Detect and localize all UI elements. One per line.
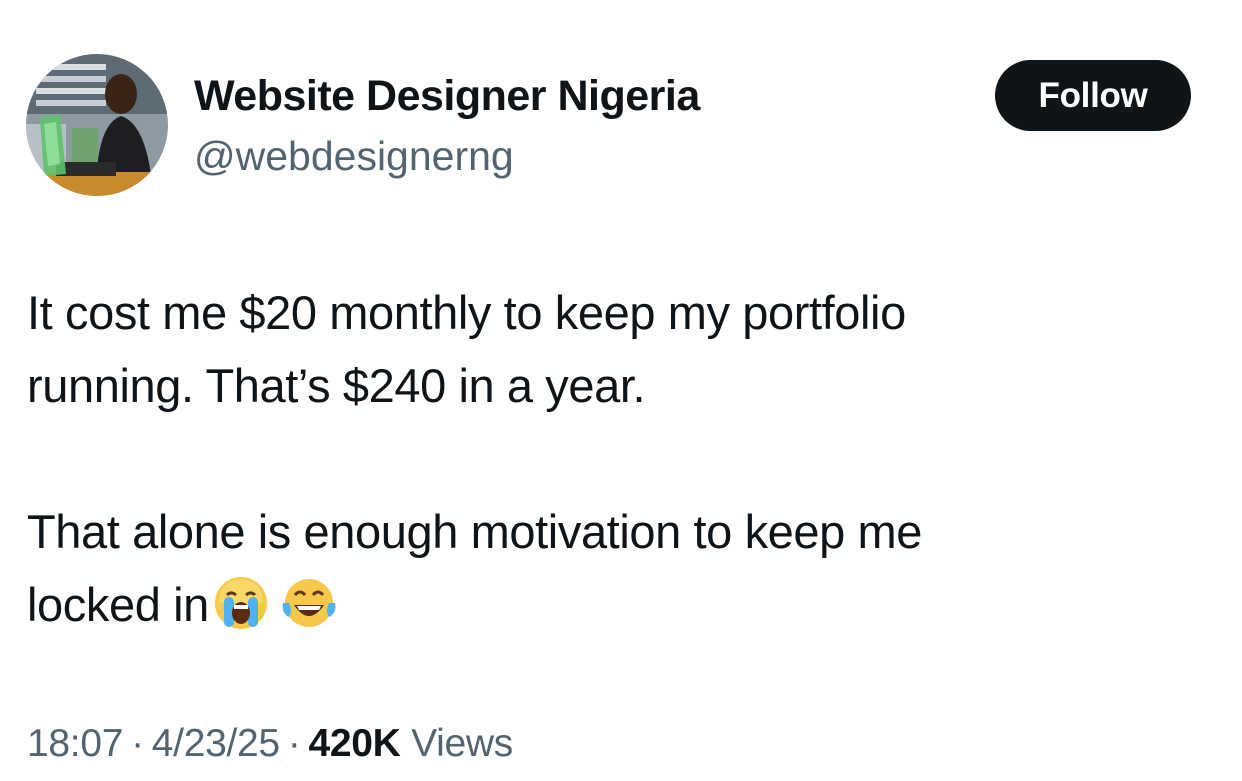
views-count[interactable]: 420K [309,722,401,765]
follow-button[interactable]: Follow [995,60,1191,131]
face-with-tears-of-joy-emoji-icon [282,579,336,627]
user-handle[interactable]: @webdesignerng [194,128,514,184]
tweet-meta: 18:07 · 4/23/25 · 420K Views [27,716,513,772]
profile-photo-icon [26,54,168,196]
display-name[interactable]: Website Designer Nigeria [194,68,700,124]
loudly-crying-face-emoji-icon [214,577,267,629]
tweet-text: It cost me $20 monthly to keep my portfo… [27,276,1217,641]
views-label: Views [411,722,513,765]
tweet-line: It cost me $20 monthly to keep my portfo… [27,286,906,339]
separator: · [131,722,144,765]
tweet-line-with-emoji: locked in [27,568,1217,641]
tweet-line-text: locked in [27,578,209,631]
tweet-time[interactable]: 18:07 [27,722,123,765]
separator: · [287,722,301,765]
tweet-line: running. That’s $240 in a year. [27,359,646,412]
tweet-date[interactable]: 4/23/25 [152,722,280,765]
tweet-line: That alone is enough motivation to keep … [27,505,923,558]
avatar[interactable] [26,54,168,196]
